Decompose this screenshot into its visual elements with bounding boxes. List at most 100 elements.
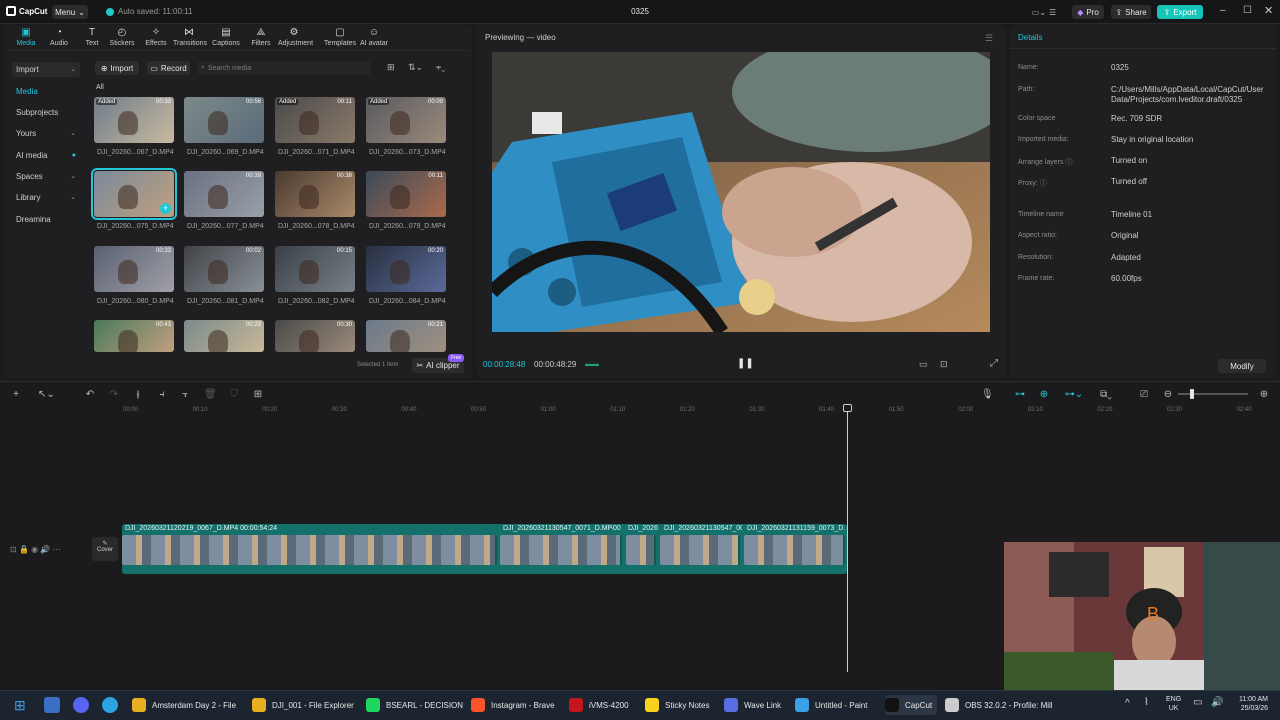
share-button[interactable]: ⇪ Share	[1111, 5, 1151, 19]
search-media-input[interactable]: ⌕ Search media	[197, 61, 371, 75]
split-right-icon[interactable]: ⫟	[179, 389, 191, 400]
media-thumbnail[interactable]: 00:30	[275, 320, 355, 352]
tool-effects[interactable]: ✧ Effects	[140, 27, 172, 47]
media-thumbnail[interactable]: 00:56	[184, 97, 264, 143]
sidebar-item-ai-media[interactable]: AI media ●	[12, 148, 80, 163]
media-thumbnail[interactable]: 00:15	[275, 246, 355, 292]
taskbar-app[interactable]: OBS 32.0.2 - Profile: Mill	[945, 695, 1055, 715]
eye-icon[interactable]: ◉	[31, 545, 38, 554]
menu-button[interactable]: Menu ⌄	[52, 5, 88, 19]
timeline-clip[interactable]	[744, 535, 845, 565]
media-thumbnail[interactable]: 00:38	[275, 171, 355, 217]
snap-icon[interactable]: ⊶⌄	[1062, 389, 1086, 400]
split-left-icon[interactable]: ⫞	[156, 389, 168, 400]
discord-icon[interactable]	[73, 697, 89, 713]
taskbar-app[interactable]: CapCut	[885, 695, 937, 715]
record-button[interactable]: ▭ Record	[147, 61, 190, 75]
windows-start-icon[interactable]: ⊞	[14, 697, 26, 714]
tool-captions[interactable]: ▤ Captions	[210, 27, 242, 47]
sidebar-item-import[interactable]: Import ⌄	[12, 62, 80, 77]
lock-icon[interactable]: 🔒	[19, 545, 29, 554]
outlook-icon[interactable]	[44, 697, 60, 713]
player-menu-icon[interactable]: ☰	[985, 33, 993, 44]
delete-icon[interactable]: 🗑	[204, 389, 217, 400]
tool-audio[interactable]: ◔ Audio	[43, 27, 75, 47]
media-thumbnail[interactable]: Added 00:11	[275, 97, 355, 143]
media-thumbnail[interactable]: Added 00:09	[366, 97, 446, 143]
screenshot-icon[interactable]: ⊡	[940, 359, 948, 370]
sidebar-item-yours[interactable]: Yours ⌄	[12, 126, 80, 141]
zoom-slider-handle[interactable]	[1190, 389, 1194, 399]
timeline-clip[interactable]	[660, 535, 740, 565]
shield-icon[interactable]: ⛉	[228, 389, 240, 400]
media-thumbnail[interactable]: Added 00:33	[94, 97, 174, 143]
timeline-clip[interactable]	[626, 535, 656, 565]
volume-icon[interactable]: 🔊	[1211, 697, 1223, 708]
microphone-icon[interactable]: 🎙	[981, 389, 994, 400]
taskbar-app[interactable]: DJI_001 - File Explorer	[252, 695, 358, 715]
sort-icon[interactable]: ⇅⌄	[408, 62, 423, 73]
taskbar-app[interactable]: iVMS-4200	[569, 695, 637, 715]
playhead[interactable]	[847, 404, 848, 672]
sidebar-item-library[interactable]: Library ⌄	[12, 190, 80, 205]
minimize-button[interactable]: –	[1220, 5, 1226, 16]
pro-button[interactable]: ◆ Pro	[1072, 5, 1104, 19]
taskbar-app[interactable]: Sticky Notes	[645, 695, 715, 715]
sidebar-item-spaces[interactable]: Spaces ⌄	[12, 169, 80, 184]
add-to-timeline-icon[interactable]: +	[160, 203, 171, 214]
filter-all-label[interactable]: All	[96, 84, 104, 91]
grid-view-icon[interactable]: ⊞	[387, 62, 395, 73]
more-icon[interactable]: ⋯	[53, 545, 61, 554]
modify-button[interactable]: Modify	[1218, 359, 1266, 373]
taskbar-app[interactable]: Amsterdam Day 2 - File	[132, 695, 244, 715]
media-thumbnail[interactable]: 00:39	[184, 171, 264, 217]
speaker-icon[interactable]: 🔊	[40, 545, 50, 554]
filter-icon[interactable]: ⫧⌄	[436, 62, 445, 73]
magnet-icon[interactable]: ⊕	[1038, 389, 1050, 400]
tool-media[interactable]: ▣ Media	[10, 27, 42, 47]
tool-templates[interactable]: ▢ Templates	[320, 27, 360, 47]
redo-icon[interactable]: ↷	[108, 389, 120, 400]
media-thumbnail[interactable]: +	[91, 168, 177, 220]
timeline-clip[interactable]	[122, 535, 497, 565]
add-track-icon[interactable]: +	[10, 389, 22, 400]
tool-ai-avatar[interactable]: ☺ AI avatar	[357, 27, 391, 47]
select-tool-icon[interactable]: ↖⌄	[38, 389, 55, 400]
ratio-icon[interactable]: ▭	[919, 359, 928, 370]
link-icon[interactable]: ⊶	[1014, 389, 1026, 400]
taskbar-app[interactable]: Untitled - Paint	[795, 695, 877, 715]
media-thumbnail[interactable]: 00:02	[184, 246, 264, 292]
undo-icon[interactable]: ↶	[84, 389, 96, 400]
network-icon[interactable]: ▭	[1193, 697, 1202, 708]
zoom-out-icon[interactable]: ⊖	[1162, 389, 1174, 400]
preview-axis-icon[interactable]: ⧉⌄	[1095, 389, 1117, 400]
caption-icon[interactable]: ⎚	[1138, 389, 1150, 400]
split-icon[interactable]: ⫲	[132, 389, 144, 400]
track-icon[interactable]: ⊡	[10, 545, 17, 554]
crop-icon[interactable]: ⊞	[252, 389, 264, 400]
tool-transitions[interactable]: ⋈ Transitions	[173, 27, 207, 47]
taskbar-app[interactable]: BSEARL - DECISION	[366, 695, 463, 715]
media-thumbnail[interactable]: 00:33	[94, 246, 174, 292]
system-clock[interactable]: 11:00 AM 25/03/26	[1232, 695, 1268, 713]
language-indicator[interactable]: ENG UK	[1166, 695, 1181, 713]
zoom-in-icon[interactable]: ⊕	[1258, 389, 1270, 400]
cover-button[interactable]: ✎ Cover	[92, 537, 118, 561]
import-button[interactable]: ⊕ Import	[95, 61, 139, 75]
maximize-button[interactable]: ☐	[1243, 5, 1252, 16]
media-thumbnail[interactable]: 00:20	[366, 246, 446, 292]
tool-stickers[interactable]: ◴ Stickers	[106, 27, 138, 47]
timeline-clip[interactable]	[500, 535, 622, 565]
fullscreen-icon[interactable]: ⤢	[990, 358, 998, 369]
wifi-icon[interactable]: ⌇	[1144, 697, 1149, 708]
close-button[interactable]: ✕	[1264, 4, 1273, 17]
playhead-handle[interactable]	[843, 404, 852, 412]
sidebar-item-media[interactable]: Media	[12, 84, 80, 99]
tool-adjustment[interactable]: ⚙ Adjustment	[278, 27, 313, 47]
media-thumbnail[interactable]: 00:43	[94, 320, 174, 352]
sidebar-item-subprojects[interactable]: Subprojects	[12, 105, 80, 120]
media-thumbnail[interactable]: 00:11	[366, 171, 446, 217]
export-button[interactable]: ⇪ Export	[1157, 5, 1203, 19]
pause-button[interactable]: ❚❚	[737, 358, 754, 369]
taskbar-app[interactable]: Wave Link	[724, 695, 786, 715]
